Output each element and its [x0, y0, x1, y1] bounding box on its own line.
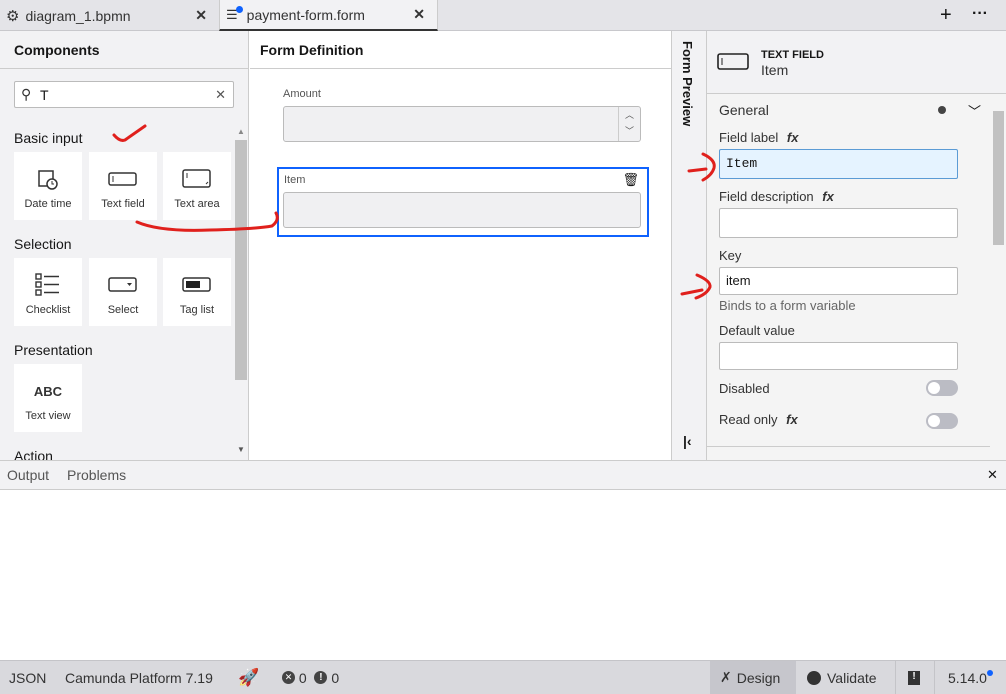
properties-scrollbar[interactable]	[991, 97, 1006, 460]
platform-selector[interactable]: Camunda Platform 7.19	[65, 661, 213, 694]
fx-icon: fx	[786, 412, 798, 427]
component-text-view[interactable]: ABC Text view	[14, 364, 82, 432]
validate-icon	[807, 670, 821, 685]
component-select[interactable]: Select	[89, 258, 157, 326]
section-selection: Selection	[14, 236, 72, 252]
clear-icon[interactable]: ✕	[215, 87, 226, 103]
default-value-label: Default value	[719, 323, 795, 338]
form-icon: ☰	[226, 5, 243, 23]
disabled-toggle[interactable]	[926, 380, 958, 396]
item-field-selected[interactable]: Item 🗑	[277, 167, 649, 237]
components-scrollbar[interactable]: ▲ ▼	[234, 127, 248, 460]
tab-bar: ⚙ diagram_1.bpmn ✕ ☰ payment-form.form ✕…	[0, 0, 1006, 31]
warning-icon: !	[314, 671, 328, 684]
add-tab-button[interactable]: +	[940, 4, 952, 27]
close-icon[interactable]: ✕	[987, 467, 998, 483]
fx-icon: fx	[786, 130, 799, 145]
number-stepper[interactable]: ︿ ﹀	[618, 107, 640, 141]
tab-output[interactable]: Output	[7, 467, 49, 483]
section-action: Action	[14, 448, 53, 460]
element-type: TEXT FIELD	[761, 49, 824, 61]
field-description-input[interactable]	[719, 208, 958, 238]
status-bar: JSON Camunda Platform 7.19 🚀 ✕ 0 ! 0 ✗ De…	[0, 660, 1006, 694]
tab-diagram[interactable]: ⚙ diagram_1.bpmn ✕	[0, 0, 219, 31]
properties-panel: TEXT FIELD Item General ﹀ Field label fx…	[707, 31, 1006, 460]
group-general-header[interactable]: General	[719, 102, 769, 118]
design-icon: ✗	[720, 669, 732, 685]
problems-counter[interactable]: ✕ 0 ! 0	[282, 661, 339, 694]
format-label[interactable]: JSON	[9, 661, 46, 694]
version-label[interactable]: 5.14.0	[934, 661, 993, 694]
key-input[interactable]: item	[719, 267, 958, 295]
field-label-label: Field label fx	[719, 130, 799, 145]
search-input[interactable]: ⚲ T ✕	[14, 81, 234, 108]
error-icon: ✕	[282, 671, 295, 684]
trash-icon[interactable]: 🗑	[622, 172, 639, 188]
form-definition-title: Form Definition	[260, 42, 364, 58]
amount-label: Amount	[283, 88, 321, 100]
key-hint: Binds to a form variable	[719, 298, 856, 313]
form-preview-toggle[interactable]: Form Preview |‹	[671, 31, 707, 460]
field-description-label: Field description fx	[719, 189, 834, 204]
group-changed-dot	[938, 106, 946, 114]
chevron-down-icon[interactable]: ﹀	[968, 101, 981, 120]
item-input[interactable]	[283, 192, 641, 228]
unsaved-dot	[235, 5, 243, 13]
disabled-label: Disabled	[719, 381, 770, 396]
close-icon[interactable]: ✕	[413, 6, 425, 23]
item-label: Item	[284, 174, 306, 186]
validate-button[interactable]: Validate	[807, 661, 877, 694]
abc-icon: ABC	[33, 383, 63, 399]
rocket-icon[interactable]: 🚀	[238, 661, 259, 694]
tab-label: payment-form.form	[246, 6, 365, 23]
select-icon	[108, 274, 138, 296]
update-dot	[986, 669, 993, 676]
form-preview-label: Form Preview	[680, 41, 695, 127]
close-icon[interactable]: ✕	[195, 7, 207, 24]
default-value-input[interactable]	[719, 342, 958, 370]
field-label-input[interactable]: Item	[719, 149, 958, 179]
component-tag-list[interactable]: Tag list	[163, 258, 231, 326]
text-field-icon	[108, 168, 138, 190]
component-checklist[interactable]: Checklist	[14, 258, 82, 326]
search-icon: ⚲	[21, 86, 32, 102]
element-name: Item	[761, 62, 789, 78]
components-title: Components	[14, 42, 100, 58]
gear-icon: ⚙	[6, 7, 20, 25]
text-field-icon	[717, 53, 749, 70]
component-text-field[interactable]: Text field	[89, 152, 157, 220]
checklist-icon	[35, 273, 61, 296]
read-only-label: Read only fx	[719, 412, 798, 427]
tab-label: diagram_1.bpmn	[25, 7, 131, 24]
fx-icon: fx	[822, 189, 834, 204]
form-definition-panel: Form Definition Amount ︿ ﹀ Item 🗑	[250, 31, 671, 460]
bottom-panel-tabs: Output Problems ✕	[0, 460, 1006, 490]
component-date-time[interactable]: Date time	[14, 152, 82, 220]
feedback-icon[interactable]: !	[895, 661, 920, 694]
section-presentation: Presentation	[14, 342, 93, 358]
calendar-clock-icon	[37, 168, 59, 190]
more-button[interactable]: ···	[972, 5, 988, 23]
tag-list-icon	[182, 274, 212, 296]
component-text-area[interactable]: Text area	[163, 152, 231, 220]
read-only-toggle[interactable]	[926, 413, 958, 429]
amount-input[interactable]: ︿ ﹀	[283, 106, 641, 142]
tab-payment-form[interactable]: ☰ payment-form.form ✕	[219, 0, 438, 31]
text-area-icon	[182, 168, 212, 190]
collapse-icon[interactable]: |‹	[683, 433, 692, 449]
key-label: Key	[719, 248, 742, 263]
section-basic-input: Basic input	[14, 130, 83, 146]
design-button[interactable]: ✗ Design	[710, 661, 796, 694]
tab-problems[interactable]: Problems	[67, 467, 126, 483]
